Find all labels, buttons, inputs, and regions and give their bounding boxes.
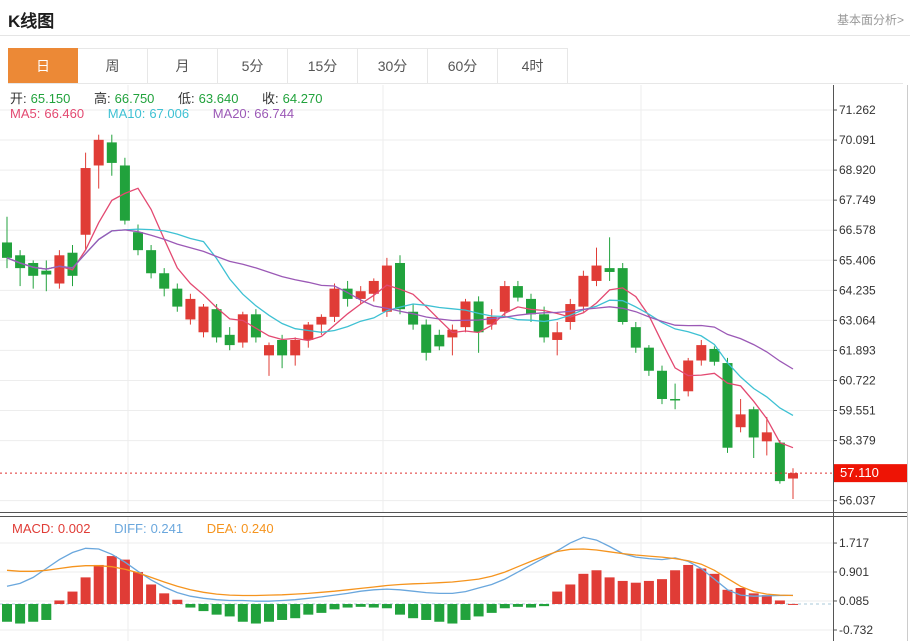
svg-text:61.893: 61.893 bbox=[839, 343, 876, 357]
svg-text:70.091: 70.091 bbox=[839, 133, 876, 147]
panel-divider bbox=[0, 513, 907, 517]
svg-text:59.551: 59.551 bbox=[839, 404, 876, 418]
svg-text:56.037: 56.037 bbox=[839, 494, 876, 508]
fundamental-analysis-link[interactable]: 基本面分析> bbox=[837, 11, 904, 28]
page-header: K线图 基本面分析> bbox=[0, 0, 910, 36]
macd-axis: 1.717 0.901 0.085 -0.732 bbox=[833, 536, 873, 637]
kline-page: K线图 基本面分析> 日 周 月 5分 15分 30分 60分 4时 57.11… bbox=[0, 0, 910, 641]
svg-text:57.110: 57.110 bbox=[840, 465, 879, 480]
svg-text:65.406: 65.406 bbox=[839, 253, 876, 267]
svg-text:60.722: 60.722 bbox=[839, 373, 876, 387]
svg-text:0.901: 0.901 bbox=[839, 565, 869, 579]
tab-5min[interactable]: 5分 bbox=[218, 48, 288, 83]
svg-text:71.262: 71.262 bbox=[839, 103, 876, 117]
svg-text:1.717: 1.717 bbox=[839, 536, 869, 550]
tab-15min[interactable]: 15分 bbox=[288, 48, 358, 83]
interval-tabbar: 日 周 月 5分 15分 30分 60分 4时 bbox=[8, 48, 903, 84]
candles-layer bbox=[2, 135, 798, 499]
price-axis: 71.262 70.091 68.920 67.749 66.578 65.406 64.2… bbox=[833, 85, 908, 641]
kline-chart-canvas[interactable]: 57.110 71.262 70.091 68.920 67.749 66.578 65.4… bbox=[0, 85, 910, 641]
tab-30min[interactable]: 30分 bbox=[358, 48, 428, 83]
svg-text:68.920: 68.920 bbox=[839, 163, 876, 177]
svg-text:-0.732: -0.732 bbox=[839, 623, 873, 637]
svg-text:66.578: 66.578 bbox=[839, 223, 876, 237]
tab-month[interactable]: 月 bbox=[148, 48, 218, 83]
tab-60min[interactable]: 60分 bbox=[428, 48, 498, 83]
tab-day[interactable]: 日 bbox=[8, 48, 78, 83]
page-title: K线图 bbox=[8, 7, 54, 32]
svg-text:58.379: 58.379 bbox=[839, 434, 876, 448]
svg-text:63.064: 63.064 bbox=[839, 313, 876, 327]
tab-week[interactable]: 周 bbox=[78, 48, 148, 83]
kline-chart-area[interactable]: 57.110 71.262 70.091 68.920 67.749 66.578 65.4… bbox=[0, 85, 910, 641]
tab-4hour[interactable]: 4时 bbox=[498, 48, 568, 83]
svg-text:64.235: 64.235 bbox=[839, 283, 876, 297]
svg-text:0.085: 0.085 bbox=[839, 594, 869, 608]
last-price-badge: 57.110 bbox=[834, 464, 907, 482]
svg-text:67.749: 67.749 bbox=[839, 193, 876, 207]
